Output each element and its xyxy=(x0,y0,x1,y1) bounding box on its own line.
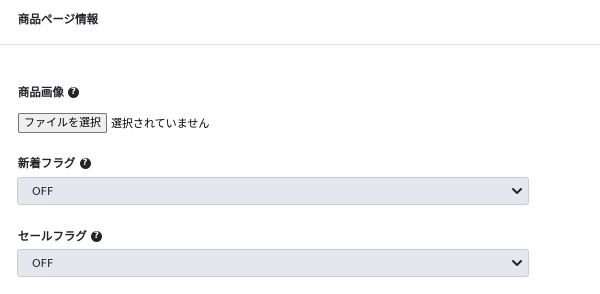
new-flag-label: 新着フラグ ? xyxy=(18,155,91,171)
image-field-label-text: 商品画像 xyxy=(18,85,64,99)
question-circle-icon[interactable]: ? xyxy=(68,86,79,98)
sale-flag-label: セールフラグ ? xyxy=(18,228,102,244)
new-flag-selected-value: OFF xyxy=(32,185,54,198)
file-status-text: 選択されていません xyxy=(111,117,210,130)
file-input: ファイルを選択 選択されていません xyxy=(18,113,209,133)
choose-file-button[interactable]: ファイルを選択 xyxy=(18,113,107,133)
image-field-label: 商品画像 ? xyxy=(18,84,79,100)
question-circle-icon[interactable]: ? xyxy=(79,157,91,169)
panel-header: 商品ページ情報 xyxy=(0,0,600,45)
sale-flag-selected-value: OFF xyxy=(32,257,54,270)
chevron-down-icon xyxy=(512,188,522,194)
sale-flag-label-text: セールフラグ xyxy=(18,229,87,243)
question-circle-icon[interactable]: ? xyxy=(91,230,102,242)
chevron-down-icon xyxy=(512,260,522,266)
product-page-info-panel: 商品ページ情報 商品画像 ? ファイルを選択 選択されていません 新着フラグ ?… xyxy=(0,0,600,294)
new-flag-label-text: 新着フラグ xyxy=(18,156,76,170)
panel-title: 商品ページ情報 xyxy=(18,12,99,26)
sale-flag-select[interactable]: OFF xyxy=(17,249,529,277)
new-flag-select[interactable]: OFF xyxy=(17,177,529,205)
